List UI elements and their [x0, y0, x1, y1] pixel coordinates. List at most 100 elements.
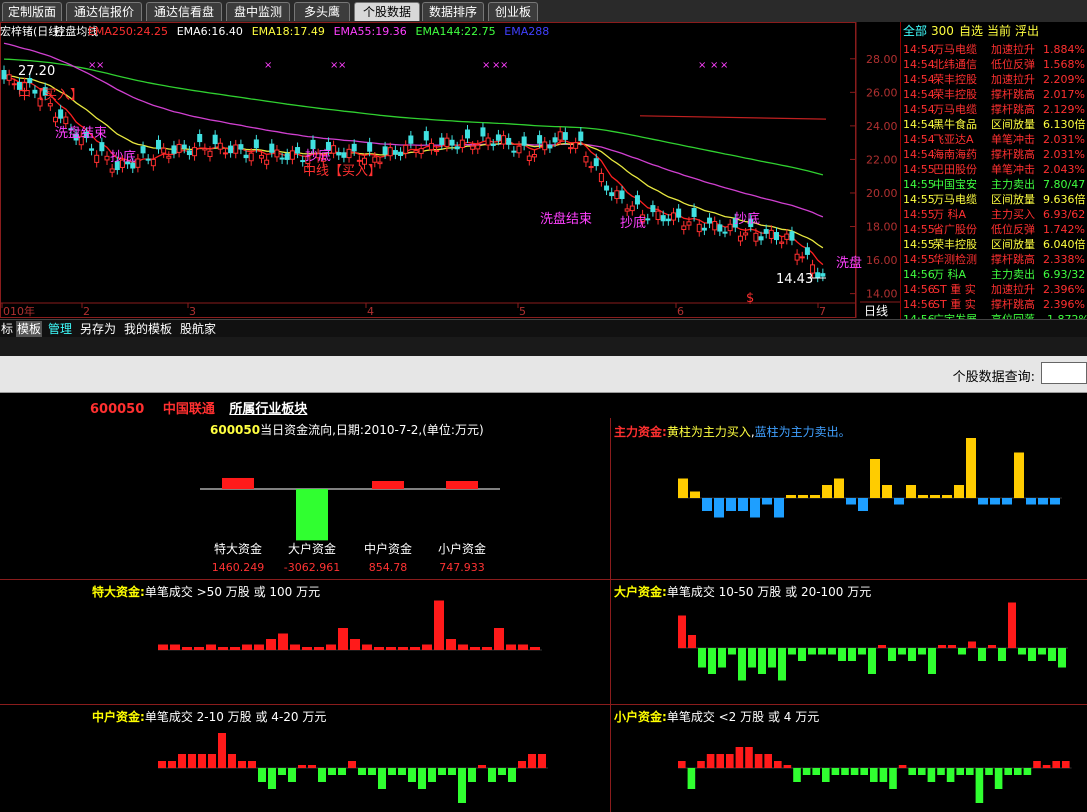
tab-quotes[interactable]: 通达信报价 [66, 2, 142, 21]
fund-bar [1038, 498, 1048, 505]
fund-bar [738, 498, 748, 511]
tab-monitor[interactable]: 盘中监测 [226, 2, 290, 21]
candle-body [799, 256, 805, 259]
candle-body [228, 145, 234, 154]
toolbar-stock-navigator[interactable]: 股航家 [180, 321, 216, 337]
tab-watch[interactable]: 通达信看盘 [146, 2, 222, 21]
alert-row[interactable]: 14:54 北纬通信 低位反弹 1.568% [901, 57, 1087, 72]
fund-bar [898, 648, 906, 655]
alert-time: 14:54 [903, 133, 935, 146]
fund-bar [726, 498, 736, 511]
filter-current[interactable]: 当前 [987, 24, 1011, 39]
flow-bar [372, 481, 404, 489]
candle-body [645, 218, 651, 221]
alert-row[interactable]: 14:55 中国宝安 主力卖出 7.80/47 [901, 177, 1087, 192]
fund-bar [206, 644, 216, 650]
alert-row[interactable]: 14:55 省广股份 低位反弹 1.742% [901, 222, 1087, 237]
date-tick-label: 7 [819, 305, 826, 318]
chart-header-label: EMA18:17.49 [252, 25, 325, 38]
candle-body [568, 147, 573, 150]
alert-row[interactable]: 14:55 巴田股份 单笔冲击 2.043% [901, 162, 1087, 177]
alert-name: 省广股份 [933, 223, 977, 236]
tab-bull-eagle[interactable]: 多头鹰 [294, 2, 350, 21]
alert-row[interactable]: 14:55 荣丰控股 区间放量 6.040倍 [901, 237, 1087, 252]
chart-header-label: EMA6:16.40 [177, 25, 243, 38]
fund-bar [778, 648, 786, 681]
fund-bar [408, 768, 416, 782]
tab-custom-layout[interactable]: 定制版面 [2, 2, 62, 21]
toolbar-manage[interactable]: 管理 [48, 321, 72, 337]
fund-bar [834, 478, 844, 498]
stock-query-input[interactable] [1041, 362, 1087, 384]
filter-float[interactable]: 浮出 [1015, 24, 1039, 39]
filter-all[interactable]: 全部 [903, 24, 927, 39]
kline-chart[interactable]: 宏梓锗(日线) 控盘均线 EMA250:24.25 EMA6:16.40 EMA18:1… [0, 22, 900, 319]
alert-name: 巴田股份 [933, 163, 977, 176]
candle-body [449, 139, 455, 146]
tab-data-sort[interactable]: 数据排序 [422, 2, 484, 21]
filter-favorites[interactable]: 自选 [959, 24, 983, 39]
candle-body [542, 141, 548, 151]
alert-row[interactable]: 14:56 万 科A 主力卖出 6.93/32 [901, 267, 1087, 282]
alert-row[interactable]: 14:54 万马电缆 加速拉升 1.884% [901, 42, 1087, 57]
ema250-line [639, 115, 827, 120]
candle-body [279, 157, 285, 160]
fund-bar [254, 644, 264, 650]
panel-divider-2 [0, 704, 1087, 705]
stock-name[interactable]: 中国联通 [163, 402, 215, 417]
alert-row[interactable]: 14:54 荣丰控股 加速拉升 2.209% [901, 72, 1087, 87]
alert-row[interactable]: 14:55 万 科A 主力买入 6.93/62 [901, 207, 1087, 222]
candle-body [573, 142, 579, 149]
stock-query-label: 个股数据查询: [952, 370, 1035, 385]
candle-body [94, 154, 100, 163]
alert-row[interactable]: 14:54 黑牛食品 区间放量 6.130倍 [901, 117, 1087, 132]
fund-bar [930, 495, 940, 498]
alert-row[interactable]: 14:55 华测检测 撑杆跳高 2.338% [901, 252, 1087, 267]
industry-sector-link[interactable]: 所属行业板块 [229, 402, 307, 417]
toolbar-save-as[interactable]: 另存为 [80, 321, 116, 337]
alert-row[interactable]: 14:56 ST 重 实 撑杆跳高 2.396% [901, 297, 1087, 312]
filter-300[interactable]: 300 [931, 24, 954, 39]
candle-body [506, 137, 512, 145]
alert-event: 撑杆跳高 [991, 253, 1035, 266]
fund-bar [758, 648, 766, 674]
alert-value: 1.742% [1043, 223, 1085, 236]
panel-divider-1 [0, 579, 1087, 580]
alert-row[interactable]: 14:54 飞亚达A 单笔冲击 2.031% [901, 132, 1087, 147]
tab-stock-data[interactable]: 个股数据 [354, 2, 420, 21]
candle-body [552, 137, 558, 143]
toolbar-mark[interactable]: 标 [1, 321, 13, 337]
candle-body [264, 159, 270, 165]
alert-time: 14:55 [903, 193, 935, 206]
candle-body [511, 150, 517, 153]
price-tick-label: 20.00 [866, 187, 898, 200]
fund-bar [966, 438, 976, 498]
fund-bar [858, 648, 866, 655]
candle-body [1, 70, 7, 80]
tab-gem-board[interactable]: 创业板 [488, 2, 538, 21]
fund-bar [918, 495, 928, 498]
alert-name: 万马电缆 [933, 43, 977, 56]
alert-value: 1.568% [1043, 58, 1085, 71]
alert-row[interactable]: 14:54 万马电缆 撑杆跳高 2.129% [901, 102, 1087, 117]
fund-bar [793, 768, 801, 782]
candle-body [480, 127, 486, 137]
toolbar-template[interactable]: 模板 [16, 321, 43, 337]
candle-body [233, 144, 239, 154]
candle-body [459, 139, 465, 149]
alert-row[interactable]: 14:54 荣丰控股 撑杆跳高 2.017% [901, 87, 1087, 102]
alert-row[interactable]: 14:54 海南海药 撑杆跳高 2.031% [901, 147, 1087, 162]
fund-bar [718, 648, 726, 668]
fund-bar [968, 641, 976, 648]
alert-row[interactable]: 14:56 ST 重 实 加速拉升 2.396% [901, 282, 1087, 297]
candle-body [176, 143, 182, 153]
candle-body [537, 135, 543, 144]
fund-bar [438, 768, 446, 775]
fund-bar [242, 644, 252, 650]
candle-body [681, 225, 687, 230]
alert-row[interactable]: 14:55 万马电缆 区间放量 9.636倍 [901, 192, 1087, 207]
panel-divider-vertical [610, 418, 611, 812]
toolbar-my-templates[interactable]: 我的模板 [124, 321, 172, 337]
fund-bar [434, 600, 444, 650]
fund-bar [754, 754, 763, 768]
